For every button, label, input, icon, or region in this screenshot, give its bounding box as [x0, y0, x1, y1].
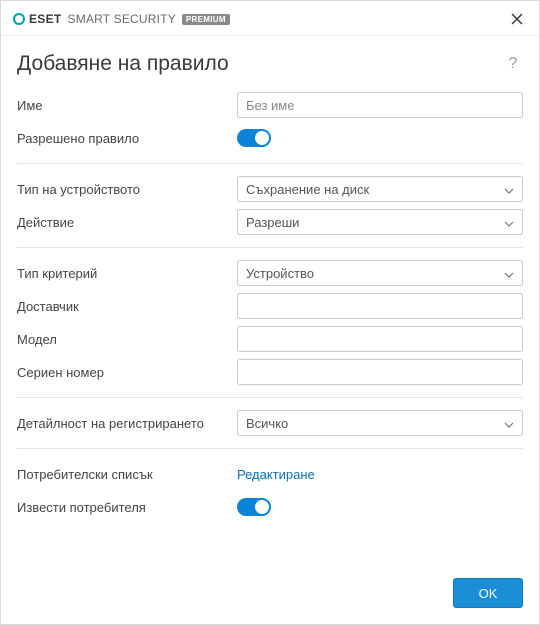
- row-vendor: Доставчик: [17, 291, 523, 321]
- row-action: Действие Разреши: [17, 207, 523, 237]
- chevron-down-icon: [504, 266, 514, 281]
- enabled-toggle[interactable]: [237, 129, 271, 147]
- heading-row: Добавяне на правило ?: [17, 52, 523, 76]
- action-label: Действие: [17, 215, 237, 230]
- ok-button[interactable]: OK: [453, 578, 523, 608]
- chevron-down-icon: [504, 215, 514, 230]
- row-notify: Извести потребителя: [17, 492, 523, 522]
- device-type-label: Тип на устройството: [17, 182, 237, 197]
- logging-value: Всичко: [246, 416, 288, 431]
- action-field-wrap: Разреши: [237, 209, 523, 235]
- row-userlist: Потребителски списък Редактиране: [17, 459, 523, 489]
- page-title: Добавяне на правило: [17, 52, 229, 76]
- titlebar: eset SMART SECURITY PREMIUM: [1, 1, 539, 36]
- userlist-label: Потребителски списък: [17, 467, 237, 482]
- content-area: Добавяне на правило ? Име Разрешено прав…: [1, 36, 539, 566]
- device-type-select[interactable]: Съхранение на диск: [237, 176, 523, 202]
- row-logging: Детайлност на регистрирането Всичко: [17, 408, 523, 438]
- logging-label: Детайлност на регистрирането: [17, 416, 237, 431]
- action-value: Разреши: [246, 215, 299, 230]
- model-label: Модел: [17, 332, 237, 347]
- serial-field-wrap: [237, 359, 523, 385]
- row-enabled: Разрешено правило: [17, 123, 523, 153]
- help-icon: ?: [509, 55, 518, 72]
- dialog-window: eset SMART SECURITY PREMIUM Добавяне на …: [0, 0, 540, 625]
- chevron-down-icon: [504, 416, 514, 431]
- row-criteria-type: Тип критерий Устройство: [17, 258, 523, 288]
- userlist-edit-link[interactable]: Редактиране: [237, 467, 315, 482]
- userlist-field-wrap: Редактиране: [237, 467, 523, 482]
- footer: OK: [1, 566, 539, 624]
- brand-product-text: SMART SECURITY: [68, 12, 176, 26]
- vendor-input[interactable]: [237, 293, 523, 319]
- device-type-field-wrap: Съхранение на диск: [237, 176, 523, 202]
- chevron-down-icon: [504, 182, 514, 197]
- action-select[interactable]: Разреши: [237, 209, 523, 235]
- row-name: Име: [17, 90, 523, 120]
- close-button[interactable]: [505, 7, 529, 31]
- name-input[interactable]: [237, 92, 523, 118]
- divider: [17, 397, 523, 398]
- row-model: Модел: [17, 324, 523, 354]
- divider: [17, 448, 523, 449]
- row-serial: Сериен номер: [17, 357, 523, 387]
- divider: [17, 163, 523, 164]
- close-icon: [511, 13, 523, 25]
- notify-toggle[interactable]: [237, 498, 271, 516]
- row-device-type: Тип на устройството Съхранение на диск: [17, 174, 523, 204]
- criteria-type-field-wrap: Устройство: [237, 260, 523, 286]
- notify-field-wrap: [237, 498, 523, 516]
- divider: [17, 247, 523, 248]
- brand-logo: eset: [13, 12, 62, 26]
- serial-input[interactable]: [237, 359, 523, 385]
- help-button[interactable]: ?: [503, 55, 523, 73]
- vendor-label: Доставчик: [17, 299, 237, 314]
- serial-label: Сериен номер: [17, 365, 237, 380]
- enabled-field-wrap: [237, 129, 523, 147]
- model-input[interactable]: [237, 326, 523, 352]
- name-field-wrap: [237, 92, 523, 118]
- criteria-type-value: Устройство: [246, 266, 314, 281]
- vendor-field-wrap: [237, 293, 523, 319]
- brand: eset SMART SECURITY PREMIUM: [13, 12, 230, 26]
- model-field-wrap: [237, 326, 523, 352]
- brand-edition-badge: PREMIUM: [182, 14, 230, 25]
- eset-logo-icon: [13, 13, 25, 25]
- brand-eset-text: eset: [29, 12, 62, 26]
- criteria-type-label: Тип критерий: [17, 266, 237, 281]
- notify-label: Извести потребителя: [17, 500, 237, 515]
- enabled-label: Разрешено правило: [17, 131, 237, 146]
- toggle-knob: [255, 500, 269, 514]
- name-label: Име: [17, 98, 237, 113]
- logging-select[interactable]: Всичко: [237, 410, 523, 436]
- device-type-value: Съхранение на диск: [246, 182, 369, 197]
- toggle-knob: [255, 131, 269, 145]
- criteria-type-select[interactable]: Устройство: [237, 260, 523, 286]
- logging-field-wrap: Всичко: [237, 410, 523, 436]
